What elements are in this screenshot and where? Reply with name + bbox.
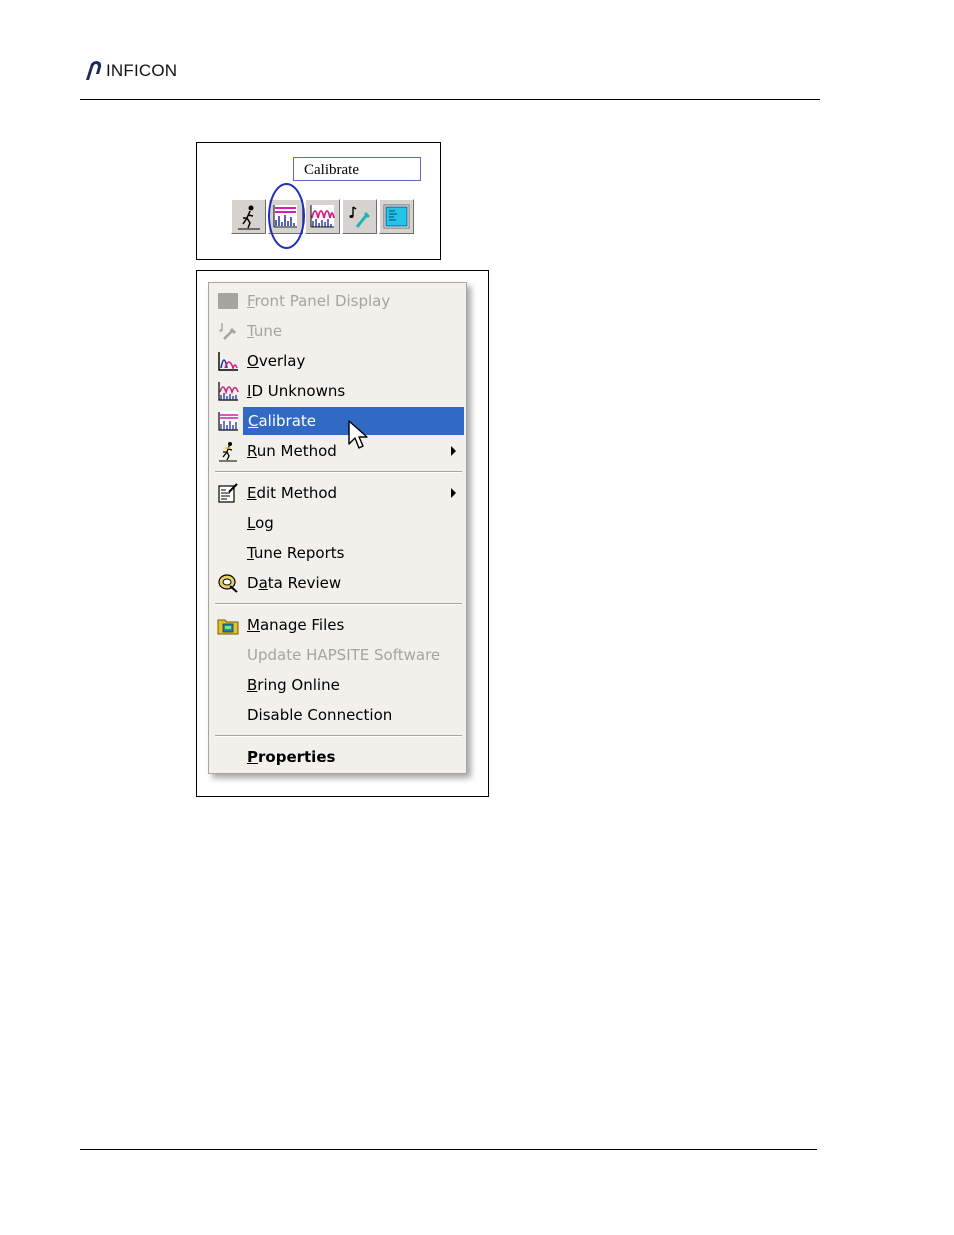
menu-item-label: ID Unknowns xyxy=(247,382,346,400)
menu-item-data-review[interactable]: Data Review xyxy=(213,569,464,597)
menu-item-log[interactable]: Log xyxy=(213,509,464,537)
menu-item-front-panel-display[interactable]: Front Panel Display xyxy=(213,287,464,315)
menu-item-overlay[interactable]: Overlay xyxy=(213,347,464,375)
menu-item-tune-reports[interactable]: Tune Reports xyxy=(213,539,464,567)
context-menu-figure: Front Panel Display Tune Overlay ID Unkn… xyxy=(196,270,489,797)
id-unknowns-icon xyxy=(216,379,240,403)
data-review-icon xyxy=(216,571,240,595)
toolbar-figure: Calibrate xyxy=(196,142,441,260)
menu-item-tune[interactable]: Tune xyxy=(213,317,464,345)
run-method-icon xyxy=(238,205,260,230)
menu-item-properties[interactable]: Properties xyxy=(213,743,464,771)
run-method-icon xyxy=(216,439,240,463)
menu-item-label: Tune Reports xyxy=(247,544,345,562)
calibrate-icon xyxy=(216,409,240,433)
logo-text: INFICON xyxy=(106,61,178,80)
toolbar xyxy=(231,199,416,234)
menu-item-label: Manage Files xyxy=(247,616,345,634)
menu-item-manage-files[interactable]: Manage Files xyxy=(213,611,464,639)
menu-item-label: Overlay xyxy=(247,352,306,370)
front-panel-display-icon xyxy=(383,204,410,229)
footer-rule xyxy=(80,1149,817,1150)
menu-item-disable-connection[interactable]: Disable Connection xyxy=(213,701,464,729)
tune-icon xyxy=(216,319,240,343)
header-rule xyxy=(80,99,820,100)
context-menu: Front Panel Display Tune Overlay ID Unkn… xyxy=(208,282,467,774)
menu-item-label: Edit Method xyxy=(247,484,338,502)
menu-item-update-hapsite-software[interactable]: Update HAPSITE Software xyxy=(213,641,464,669)
menu-item-label: Run Method xyxy=(247,442,337,460)
id-unknowns-toolbar-button[interactable] xyxy=(305,199,340,234)
run-method-toolbar-button[interactable] xyxy=(231,199,266,234)
menu-item-label: Log xyxy=(247,514,274,532)
menu-item-label: Data Review xyxy=(247,574,342,592)
id-unknowns-icon xyxy=(310,205,335,228)
menu-separator xyxy=(215,471,462,473)
inficon-logo-mark-icon xyxy=(86,61,102,80)
menu-separator xyxy=(215,603,462,605)
submenu-arrow-icon xyxy=(451,446,456,456)
calibrate-tooltip: Calibrate xyxy=(293,157,421,181)
menu-item-label: Properties xyxy=(247,748,336,766)
menu-item-id-unknowns[interactable]: ID Unknowns xyxy=(213,377,464,405)
calibrate-highlight-circle xyxy=(268,183,305,249)
menu-separator xyxy=(215,735,462,737)
front-panel-display-icon xyxy=(216,289,240,313)
overlay-icon xyxy=(216,349,240,373)
menu-item-run-method[interactable]: Run Method xyxy=(213,437,464,465)
menu-item-edit-method[interactable]: Edit Method xyxy=(213,479,464,507)
menu-item-label: Disable Connection xyxy=(247,706,393,724)
front-panel-display-toolbar-button[interactable] xyxy=(379,199,414,234)
manage-files-icon xyxy=(216,613,240,637)
menu-item-label: Front Panel Display xyxy=(247,292,391,310)
edit-method-icon xyxy=(216,481,240,505)
menu-item-label: Update HAPSITE Software xyxy=(247,646,441,664)
tune-toolbar-button[interactable] xyxy=(342,199,377,234)
mouse-pointer-icon xyxy=(348,420,368,449)
menu-item-label: Tune xyxy=(247,322,283,340)
menu-item-bring-online[interactable]: Bring Online xyxy=(213,671,464,699)
inficon-logo: INFICON xyxy=(82,58,177,84)
menu-item-label: Bring Online xyxy=(247,676,340,694)
tune-icon xyxy=(349,206,370,228)
submenu-arrow-icon xyxy=(451,488,456,498)
menu-item-calibrate[interactable]: Calibrate xyxy=(213,407,464,435)
